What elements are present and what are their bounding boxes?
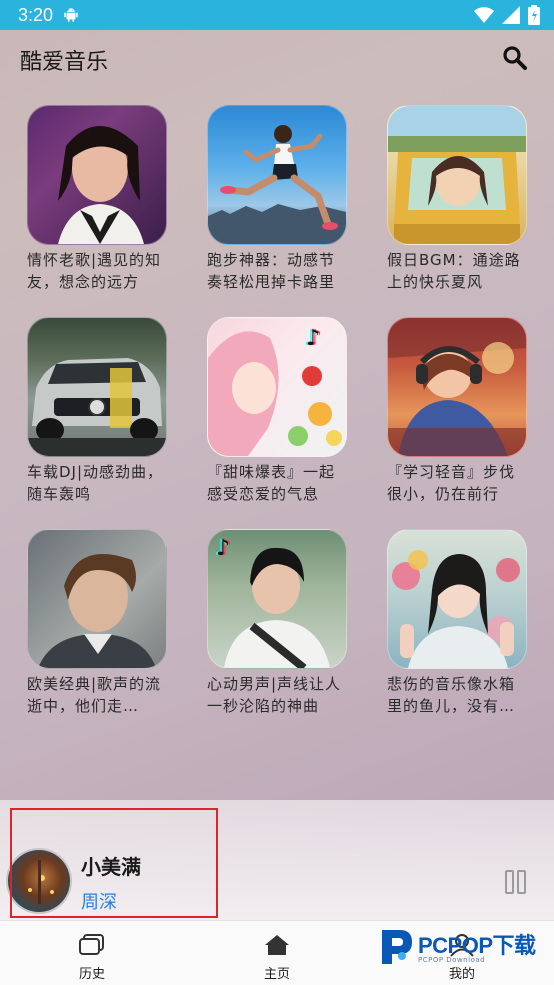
history-icon bbox=[79, 934, 104, 955]
playlist-title: 假日BGM：通途路上的快乐夏风 bbox=[387, 251, 521, 291]
playlist-title: 情怀老歌|遇见的知友，想念的远方 bbox=[27, 251, 162, 291]
pcpop-logo-icon bbox=[382, 930, 412, 964]
app-title: 酷爱音乐 bbox=[20, 50, 109, 75]
playlist-title: 跑步神器：动感节奏轻松甩掉卡路里 bbox=[207, 251, 336, 291]
playlist-card[interactable]: 『学习轻音』步伐很小，仍在前行 bbox=[387, 317, 527, 505]
playlist-title: 『学习轻音』步伐很小，仍在前行 bbox=[387, 463, 516, 503]
tiktok-icon: ♪ bbox=[306, 326, 321, 351]
playlist-card[interactable]: 悲伤的音乐像水箱里的鱼儿，没有… bbox=[387, 529, 527, 717]
playlist-cover: ♪ bbox=[207, 529, 347, 669]
home-icon bbox=[265, 935, 289, 955]
watermark-sub: PCPOP Download bbox=[418, 956, 486, 964]
playlist-cover bbox=[27, 317, 167, 457]
playlist-title: 心动男声|声线让人一秒沦陷的神曲 bbox=[207, 675, 342, 715]
nav-history-label: 历史 bbox=[78, 967, 105, 982]
status-bar: 3:20 bbox=[0, 0, 554, 30]
search-icon[interactable] bbox=[502, 45, 528, 71]
playlist-cover bbox=[27, 105, 167, 245]
tiktok-icon: ♪ bbox=[216, 536, 231, 561]
nav-home[interactable]: 主页 bbox=[217, 921, 337, 985]
playlist-card[interactable]: 车载DJ|动感劲曲，随车轰鸣 bbox=[27, 317, 167, 505]
playlist-card[interactable]: 跑步神器：动感节奏轻松甩掉卡路里 bbox=[207, 105, 347, 293]
playlist-card[interactable]: 假日BGM：通途路上的快乐夏风 bbox=[387, 105, 527, 293]
playlist-card[interactable]: 欧美经典|歌声的流逝中，他们走… bbox=[27, 529, 167, 717]
signal-icon bbox=[502, 6, 520, 24]
status-time: 3:20 bbox=[18, 5, 54, 25]
nav-home-label: 主页 bbox=[263, 967, 290, 982]
system-icons bbox=[474, 5, 540, 25]
battery-icon bbox=[528, 5, 540, 25]
wifi-icon bbox=[474, 7, 494, 23]
playlist-title: 车载DJ|动感劲曲，随车轰鸣 bbox=[27, 463, 164, 503]
highlight-box bbox=[10, 808, 218, 918]
playlist-title: 『甜味爆表』一起感受恋爱的气息 bbox=[207, 463, 336, 503]
playlist-card[interactable]: 情怀老歌|遇见的知友，想念的远方 bbox=[27, 105, 167, 293]
playlist-title: 欧美经典|歌声的流逝中，他们走… bbox=[27, 675, 162, 715]
playlist-cover bbox=[207, 105, 347, 245]
android-icon bbox=[64, 8, 78, 22]
pause-icon[interactable] bbox=[505, 870, 527, 894]
playlist-card[interactable]: ♪ 心动男声|声线让人一秒沦陷的神曲 bbox=[207, 529, 347, 717]
playlist-title: 悲伤的音乐像水箱里的鱼儿，没有… bbox=[387, 675, 516, 715]
playlist-cover bbox=[387, 317, 527, 457]
playlist-cover bbox=[27, 529, 167, 669]
pcpop-watermark: PCPOP下载 PCPOP Download bbox=[378, 926, 546, 970]
playlist-card[interactable]: ♪ 『甜味爆表』一起感受恋爱的气息 bbox=[207, 317, 347, 505]
playlist-cover bbox=[387, 105, 527, 245]
app-bar: 酷爱音乐 bbox=[0, 30, 554, 86]
playlist-cover bbox=[387, 529, 527, 669]
playlist-cover: ♪ bbox=[207, 317, 347, 457]
nav-history[interactable]: 历史 bbox=[32, 921, 152, 985]
